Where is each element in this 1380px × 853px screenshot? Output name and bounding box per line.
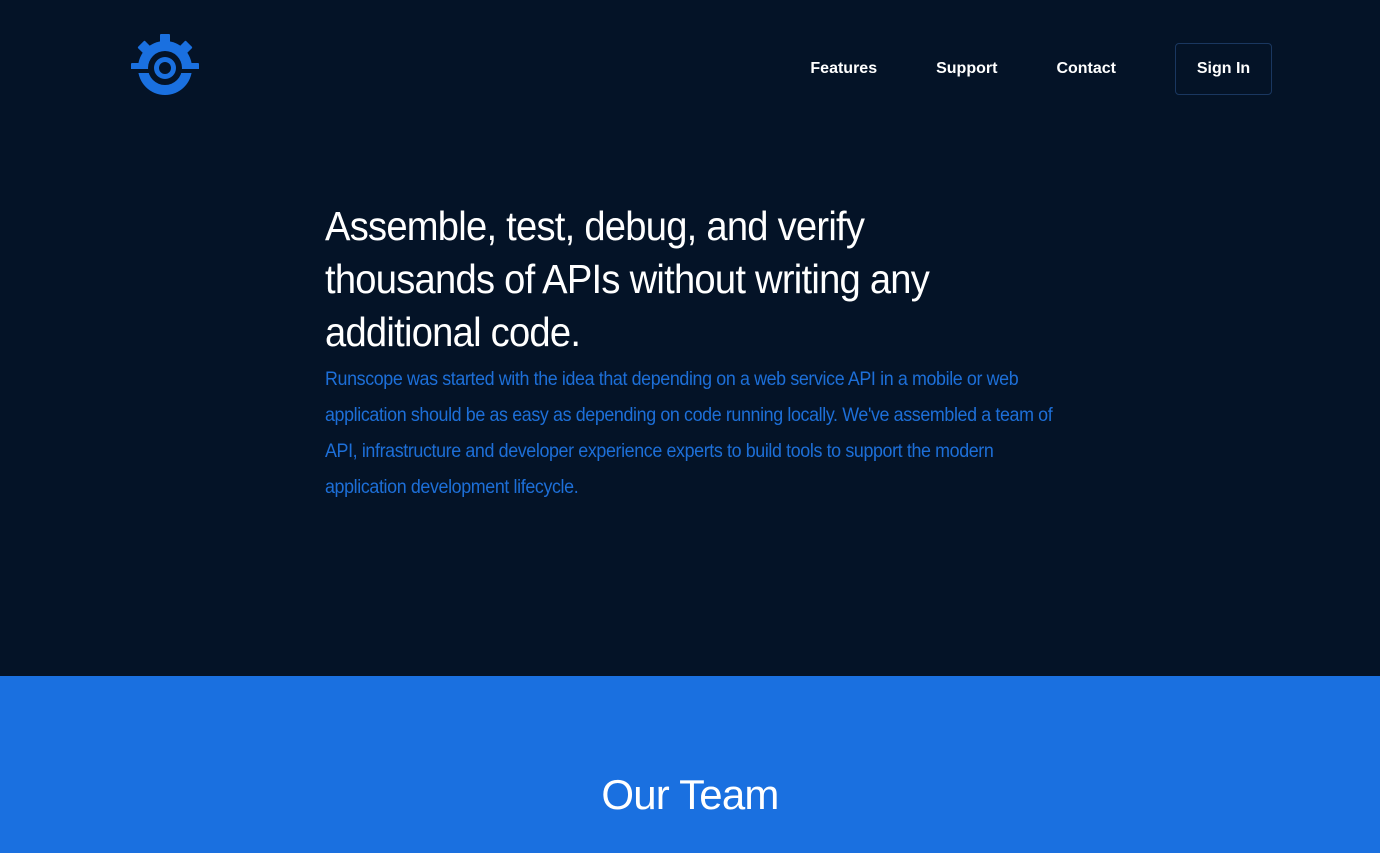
team-section: Our Team xyxy=(0,676,1380,853)
top-nav: Features Support Contact Sign In xyxy=(810,42,1272,96)
nav-link-contact[interactable]: Contact xyxy=(1056,60,1116,78)
hero-intro-text: Runscope was started with the idea that … xyxy=(325,369,1053,498)
logo-gear-icon[interactable] xyxy=(130,33,200,103)
hero-headline: Assemble, test, debug, and verify thousa… xyxy=(325,203,930,355)
nav-link-features[interactable]: Features xyxy=(810,60,877,78)
hero-section: Features Support Contact Sign In Assembl… xyxy=(0,0,1380,676)
sign-in-button[interactable]: Sign In xyxy=(1175,43,1272,95)
team-section-title: Our Team xyxy=(601,771,779,818)
nav-link-support[interactable]: Support xyxy=(936,60,997,78)
